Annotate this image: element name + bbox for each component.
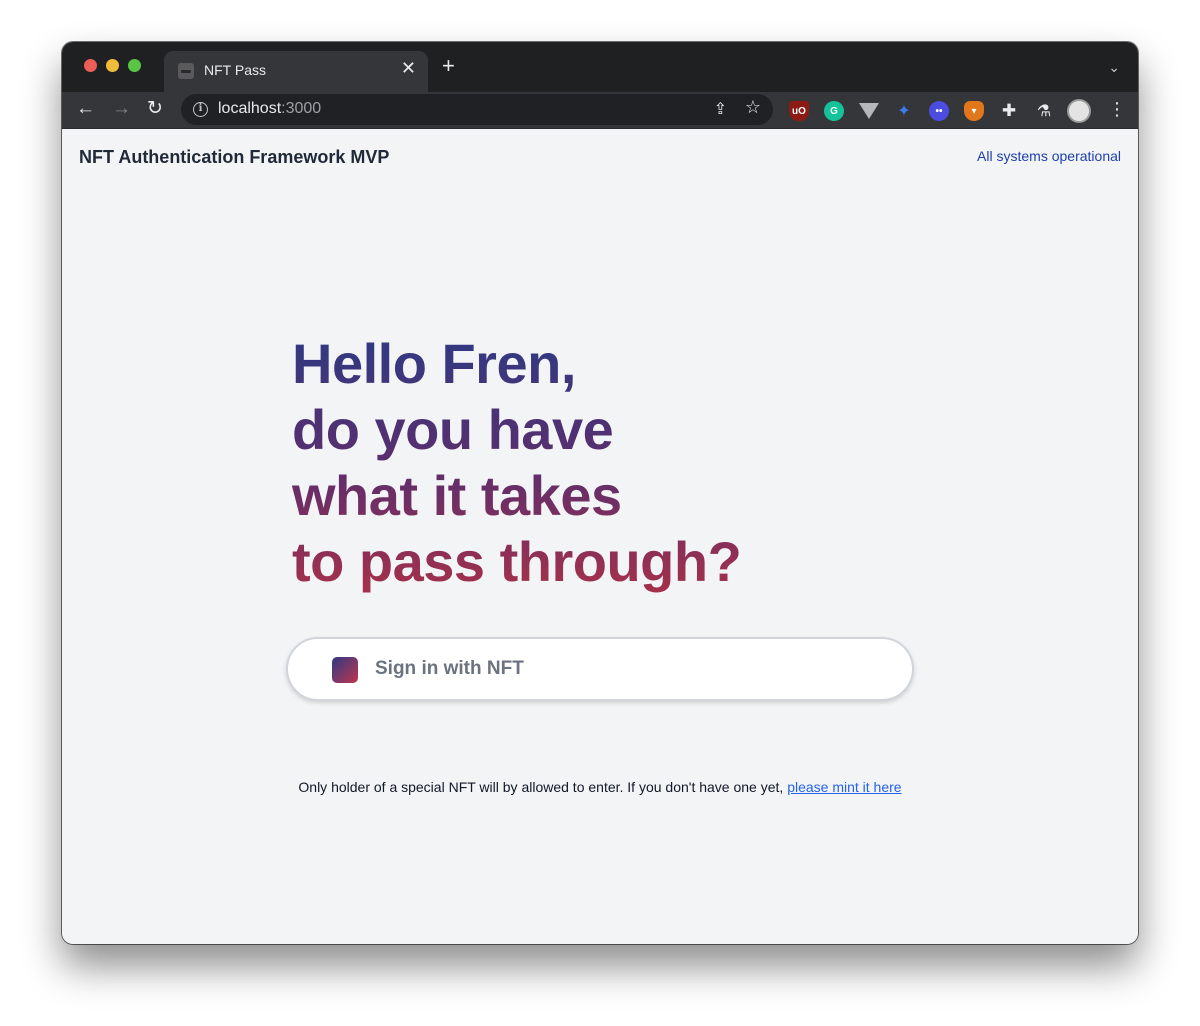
mint-link[interactable]: please mint it here xyxy=(787,779,901,795)
close-window-button[interactable] xyxy=(84,59,97,72)
app-brand-title: NFT Authentication Framework MVP xyxy=(79,147,390,167)
sign-in-with-nft-button[interactable]: Sign in with NFT xyxy=(286,637,914,701)
metamask-extension-icon[interactable]: ▾ xyxy=(964,101,984,121)
vue-devtools-extension-icon[interactable] xyxy=(859,101,879,121)
system-status-link[interactable]: All systems operational xyxy=(977,148,1121,164)
ublock-extension-icon[interactable]: uO xyxy=(789,101,809,121)
labs-flask-icon[interactable]: ⚗ xyxy=(1034,101,1054,121)
ghost-extension-icon[interactable]: •• xyxy=(929,101,949,121)
browser-window: NFT Pass ✕ + ⌄ ← → ↻ i localhost:3000 ⇪ … xyxy=(62,42,1138,944)
tab-search-icon[interactable]: ⌄ xyxy=(1108,59,1120,76)
address-bar[interactable]: i localhost:3000 ⇪ ☆ xyxy=(181,94,773,125)
browser-toolbar: ← → ↻ i localhost:3000 ⇪ ☆ uO G ✦ •• ▾ ✚… xyxy=(62,92,1138,129)
hero-line: to pass through? xyxy=(292,530,742,593)
bookmark-star-icon[interactable]: ☆ xyxy=(745,97,761,118)
grammarly-extension-icon[interactable]: G xyxy=(824,101,844,121)
hero-line: do you have xyxy=(292,398,614,461)
share-icon[interactable]: ⇪ xyxy=(714,99,727,119)
hero-headline: Hello Fren, do you have what it takes to… xyxy=(292,331,741,595)
new-tab-button[interactable]: + xyxy=(442,55,455,77)
favicon-icon xyxy=(178,63,194,79)
tab-title: NFT Pass xyxy=(204,62,266,78)
title-bar: NFT Pass ✕ + ⌄ xyxy=(62,42,1138,92)
browser-menu-icon[interactable]: ⋮ xyxy=(1108,99,1126,119)
page-content: NFT Authentication Framework MVP All sys… xyxy=(62,129,1138,944)
mint-notice-text: Only holder of a special NFT will by all… xyxy=(298,779,788,795)
url-text[interactable]: localhost:3000 xyxy=(218,100,321,118)
site-info-icon[interactable]: i xyxy=(193,102,208,117)
hero-line: Hello Fren, xyxy=(292,332,576,395)
tab-close-icon[interactable]: ✕ xyxy=(401,59,416,77)
minimize-window-button[interactable] xyxy=(106,59,119,72)
extensions-puzzle-icon[interactable]: ✚ xyxy=(999,101,1019,121)
sign-in-label: Sign in with NFT xyxy=(375,658,524,679)
satellite-extension-icon[interactable]: ✦ xyxy=(894,101,914,121)
reload-button[interactable]: ↻ xyxy=(147,98,163,120)
maximize-window-button[interactable] xyxy=(128,59,141,72)
browser-tab[interactable]: NFT Pass ✕ xyxy=(164,51,428,92)
hero-line: what it takes xyxy=(292,464,622,527)
back-button[interactable]: ← xyxy=(76,98,95,120)
profile-avatar[interactable] xyxy=(1067,99,1091,123)
nft-gradient-icon xyxy=(332,657,358,683)
forward-button[interactable]: → xyxy=(112,98,131,120)
mint-notice: Only holder of a special NFT will by all… xyxy=(62,779,1138,795)
